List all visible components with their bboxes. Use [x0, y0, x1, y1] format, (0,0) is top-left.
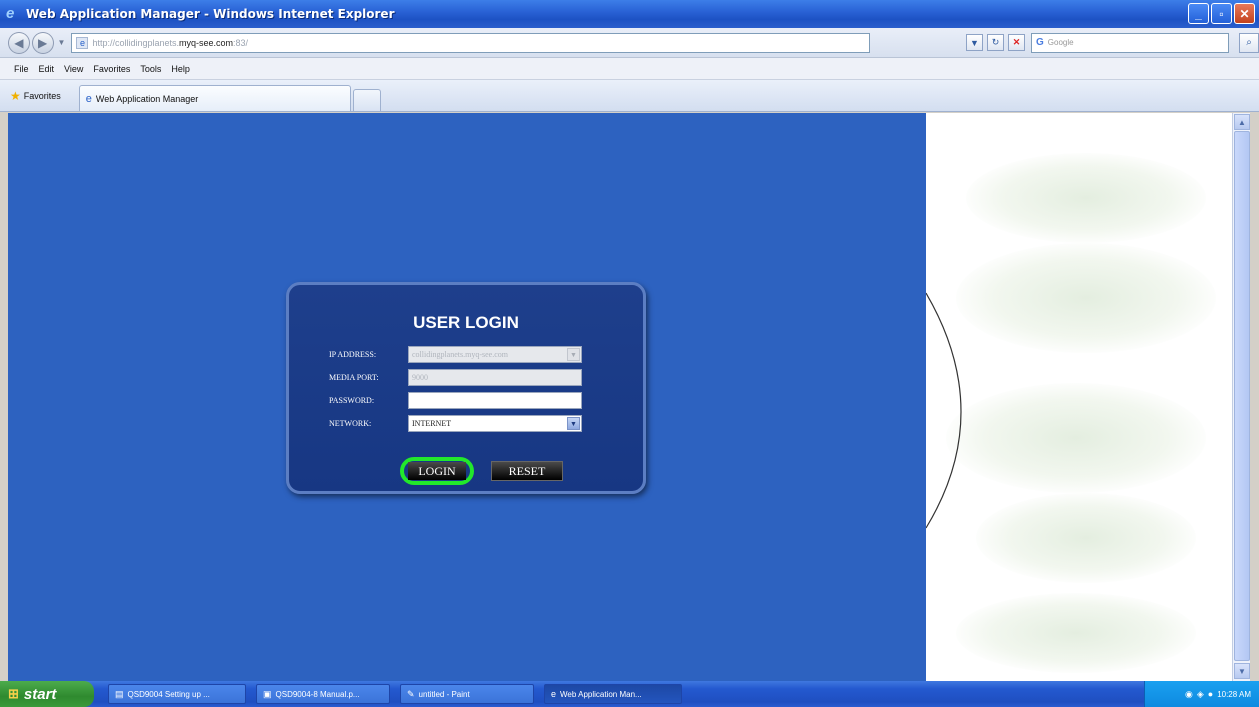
start-button[interactable]: ⊞ start — [0, 681, 94, 707]
user-login-panel: USER LOGIN IP ADDRESS: collidingplanets.… — [286, 282, 646, 494]
search-placeholder: Google — [1047, 38, 1074, 47]
network-icon[interactable]: ◉ — [1185, 689, 1193, 700]
network-value: INTERNET — [412, 419, 452, 428]
ip-address-label: IP ADDRESS: — [329, 350, 377, 359]
address-field[interactable]: e http://collidingplanets. myq-see.com :… — [71, 32, 870, 53]
volume-icon[interactable]: ● — [1208, 689, 1213, 699]
password-label: PASSWORD: — [329, 396, 375, 405]
stop-icon[interactable]: ✕ — [1008, 34, 1025, 51]
menu-view[interactable]: View — [64, 64, 83, 74]
vertical-scrollbar[interactable]: ▲ ▼ — [1232, 113, 1250, 681]
system-tray: ◉ ◈ ● 10:28 AM — [1144, 681, 1259, 707]
pdf-icon: ▣ — [263, 688, 272, 699]
minimize-button[interactable]: _ — [1188, 3, 1209, 24]
url-host: myq-see.com — [179, 37, 234, 48]
close-button[interactable]: ✕ — [1234, 3, 1255, 24]
menu-bar: File Edit View Favorites Tools Help — [0, 58, 1259, 80]
document-icon: ▤ — [115, 688, 124, 699]
menu-help[interactable]: Help — [171, 64, 190, 74]
tab-title: Web Application Manager — [95, 93, 199, 104]
menu-tools[interactable]: Tools — [140, 64, 161, 74]
history-dropdown-icon[interactable]: ▼ — [58, 38, 66, 47]
taskbar-item-web-app-manager[interactable]: e Web Application Man... — [544, 684, 682, 704]
address-dropdown-icon[interactable]: ▼ — [966, 34, 983, 51]
ie-logo-icon: e — [6, 5, 15, 22]
password-field[interactable] — [408, 392, 582, 409]
maximize-button[interactable]: ▫ — [1211, 3, 1232, 24]
new-tab-button[interactable] — [352, 89, 381, 111]
media-port-row: MEDIA PORT: 9000 — [329, 369, 582, 386]
favorites-bar: ★ Favorites e Web Application Manager — [0, 80, 1259, 112]
ip-address-row: IP ADDRESS: collidingplanets.myq-see.com… — [329, 346, 582, 363]
taskbar: ⊞ start ▤ QSD9004 Setting up ... ▣ QSD90… — [0, 681, 1259, 707]
leaf-decoration — [956, 593, 1196, 673]
scroll-up-icon[interactable]: ▲ — [1234, 114, 1250, 130]
media-port-value: 9000 — [412, 373, 428, 382]
leaf-decoration — [966, 153, 1206, 243]
clock: 10:28 AM — [1217, 689, 1251, 699]
network-select[interactable]: INTERNET ▼ — [408, 415, 582, 432]
google-logo-icon: G — [1036, 37, 1044, 48]
ip-address-select[interactable]: collidingplanets.myq-see.com ▼ — [408, 346, 582, 363]
scroll-thumb[interactable] — [1234, 131, 1250, 661]
window-title: Web Application Manager - Windows Intern… — [26, 7, 395, 21]
refresh-icon[interactable]: ↻ — [987, 34, 1004, 51]
taskbar-item-paint[interactable]: ✎ untitled - Paint — [400, 684, 534, 704]
network-label: NETWORK: — [329, 419, 372, 428]
ie-icon: e — [551, 689, 557, 699]
tab-web-application-manager[interactable]: e Web Application Manager — [78, 85, 351, 111]
favorites-button[interactable]: ★ Favorites — [10, 89, 61, 103]
favorites-label: Favorites — [23, 91, 61, 101]
window-controls: _ ▫ ✕ — [1188, 3, 1255, 24]
navigation-bar: ◀ ▶ ▼ e http://collidingplanets. myq-see… — [0, 28, 1259, 58]
security-icon[interactable]: ◈ — [1197, 689, 1204, 700]
search-input[interactable]: G Google — [1031, 32, 1229, 53]
login-button[interactable]: LOGIN — [408, 462, 466, 480]
login-button-highlight: LOGIN — [400, 457, 474, 485]
taskbar-item-setup-doc[interactable]: ▤ QSD9004 Setting up ... — [108, 684, 246, 704]
menu-file[interactable]: File — [14, 64, 29, 74]
taskbar-item-label: untitled - Paint — [418, 689, 470, 699]
page-content: USER LOGIN IP ADDRESS: collidingplanets.… — [8, 113, 1240, 681]
scroll-down-icon[interactable]: ▼ — [1234, 663, 1250, 679]
windows-flag-icon: ⊞ — [8, 686, 19, 701]
menu-favorites[interactable]: Favorites — [93, 64, 130, 74]
forward-button[interactable]: ▶ — [31, 31, 54, 54]
reset-button[interactable]: RESET — [491, 461, 563, 481]
menu-edit[interactable]: Edit — [39, 64, 55, 74]
login-title: USER LOGIN — [413, 313, 519, 332]
url-prefix: http://collidingplanets. — [92, 37, 180, 48]
address-tools: ▼ ↻ ✕ G Google ⌕ — [966, 32, 1259, 53]
url-suffix: :83/ — [233, 37, 249, 48]
taskbar-item-label: QSD9004-8 Manual.p... — [275, 689, 360, 699]
ie-tab-icon: e — [85, 92, 92, 105]
page-icon: e — [76, 36, 89, 49]
start-label: start — [23, 685, 57, 703]
ip-address-value: collidingplanets.myq-see.com — [412, 350, 508, 359]
leaf-decoration — [976, 493, 1196, 583]
chevron-down-icon: ▼ — [567, 348, 580, 361]
taskbar-item-label: Web Application Man... — [560, 689, 642, 699]
search-icon[interactable]: ⌕ — [1239, 32, 1259, 53]
paint-icon: ✎ — [407, 688, 415, 699]
star-icon: ★ — [10, 89, 21, 103]
network-row: NETWORK: INTERNET ▼ — [329, 415, 582, 432]
arc-line-decoration — [926, 292, 962, 529]
back-button[interactable]: ◀ — [8, 31, 30, 54]
media-port-field[interactable]: 9000 — [408, 369, 582, 386]
taskbar-item-manual-pdf[interactable]: ▣ QSD9004-8 Manual.p... — [256, 684, 390, 704]
window-titlebar: e Web Application Manager - Windows Inte… — [0, 0, 1259, 28]
decorative-background — [926, 113, 1240, 681]
taskbar-item-label: QSD9004 Setting up ... — [127, 689, 210, 699]
media-port-label: MEDIA PORT: — [329, 373, 379, 382]
leaf-decoration — [956, 243, 1216, 353]
password-row: PASSWORD: — [329, 392, 582, 409]
chevron-down-icon: ▼ — [567, 417, 580, 430]
